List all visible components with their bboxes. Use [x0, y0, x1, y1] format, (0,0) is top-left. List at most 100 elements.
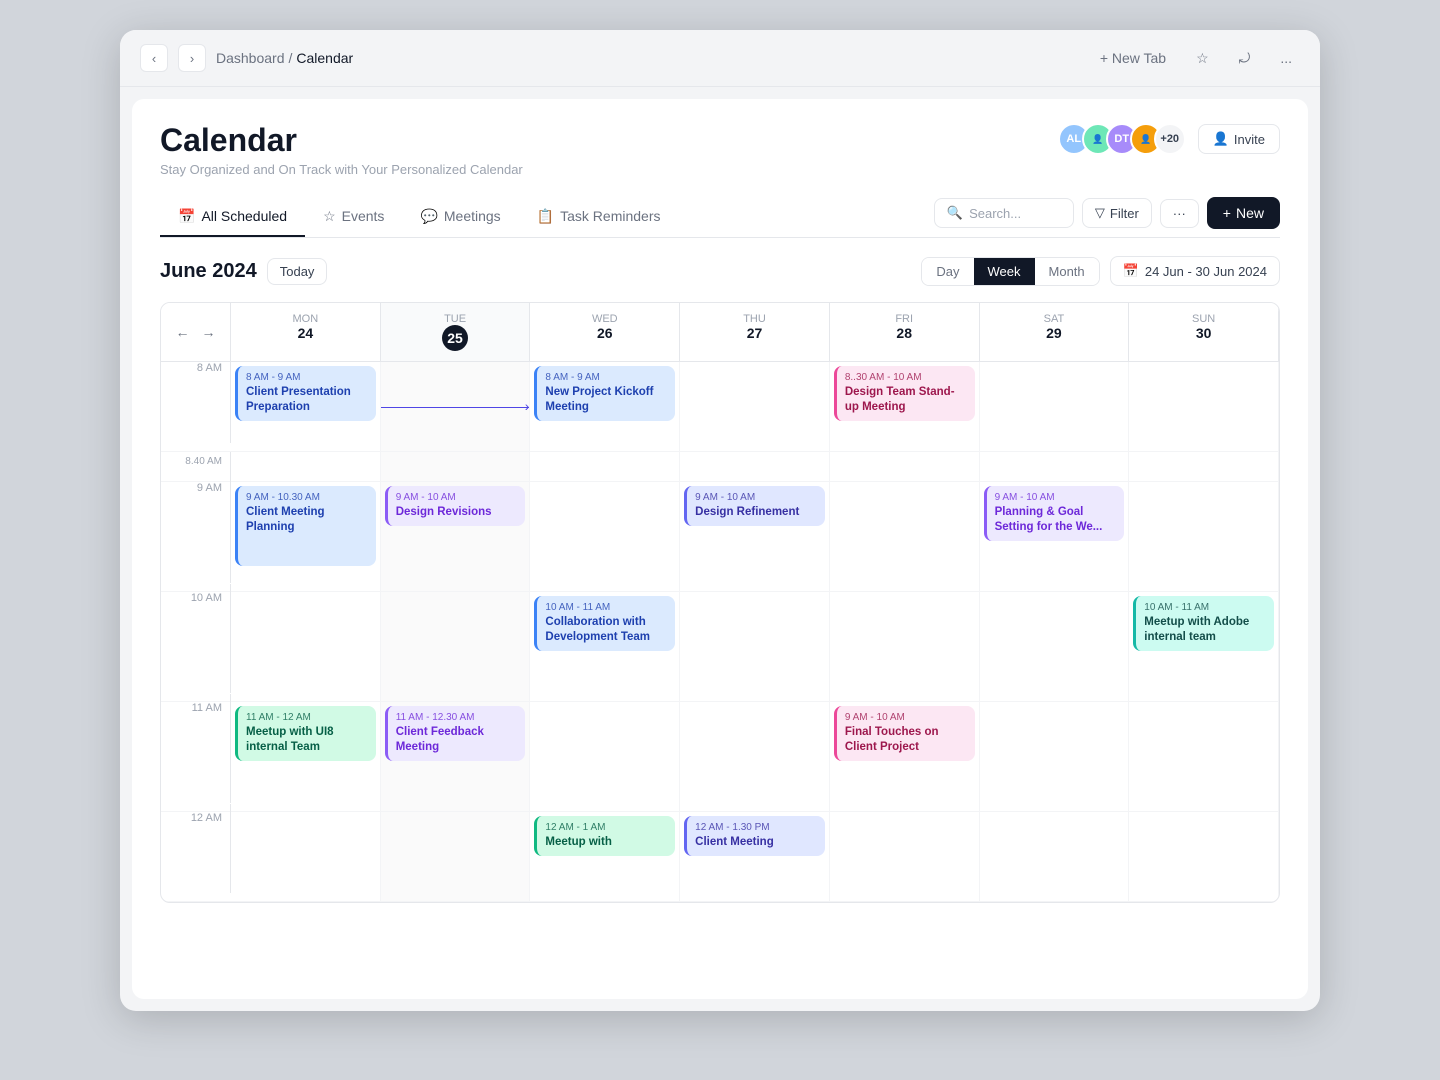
event-design-refinement[interactable]: 9 AM - 10 AM Design Refinement [684, 486, 825, 526]
cell-mon-11am: 11 AM - 12 AM Meetup with UI8 internal T… [231, 702, 381, 811]
event-client-meeting-thu[interactable]: 12 AM - 1.30 PM Client Meeting [684, 816, 825, 856]
col-day-sat: SAT [984, 313, 1125, 325]
cell-wed-840 [530, 452, 680, 481]
cell-fri-12am [830, 812, 980, 901]
tab-events[interactable]: ☆ Events [305, 198, 402, 237]
forward-button[interactable]: › [178, 44, 206, 72]
time-row-12am: 12 AM 12 AM - 1 AM Meetup with 12 AM - 1… [161, 812, 1279, 902]
event-client-feedback[interactable]: 11 AM - 12.30 AM Client Feedback Meeting [385, 706, 526, 761]
event-client-presentation[interactable]: 8 AM - 9 AM Client Presentation Preparat… [235, 366, 376, 421]
time-label-9am: 9 AM [161, 474, 231, 583]
col-day-thu: THU [684, 313, 825, 325]
back-button[interactable]: ‹ [140, 44, 168, 72]
date-range-label: 24 Jun - 30 Jun 2024 [1145, 264, 1267, 279]
cell-mon-9am: 9 AM - 10.30 AM Client Meeting Planning [231, 482, 381, 591]
star-button[interactable]: ☆ [1188, 45, 1217, 72]
col-num-sun: 30 [1133, 325, 1274, 341]
cell-tue-8am: › [381, 362, 531, 451]
cell-tue-11am: 11 AM - 12.30 AM Client Feedback Meeting [381, 702, 531, 811]
cell-sun-840 [1129, 452, 1279, 481]
col-day-mon: MON [235, 313, 376, 325]
cell-sun-9am [1129, 482, 1279, 591]
star-tab-icon: ☆ [323, 208, 336, 225]
col-num-wed: 26 [534, 325, 675, 341]
tab-task-reminders[interactable]: 📋 Task Reminders [519, 198, 679, 237]
event-collaboration-dev[interactable]: 10 AM - 11 AM Collaboration with Develop… [534, 596, 675, 651]
col-day-tue: TUE [385, 313, 526, 325]
event-new-project-kickoff[interactable]: 8 AM - 9 AM New Project Kickoff Meeting [534, 366, 675, 421]
tab-meetings-label: Meetings [444, 208, 501, 224]
col-header-sun: SUN 30 [1129, 303, 1279, 361]
header-right: AL 👤 DT 👤 +20 👤 Invite [1058, 123, 1280, 155]
more-options-button[interactable]: ··· [1160, 199, 1199, 228]
cell-sun-8am [1129, 362, 1279, 451]
plus-icon: + [1223, 205, 1231, 221]
cell-sat-12am [980, 812, 1130, 901]
tab-meetings[interactable]: 💬 Meetings [402, 198, 518, 237]
search-box[interactable]: 🔍 Search... [934, 198, 1074, 228]
prev-week-button[interactable]: ← [172, 321, 194, 343]
view-month-button[interactable]: Month [1035, 258, 1099, 285]
invite-button[interactable]: 👤 Invite [1198, 124, 1280, 154]
top-bar: ‹ › Dashboard / Calendar + New Tab ☆ ⤾ .… [120, 30, 1320, 87]
tab-all-scheduled-label: All Scheduled [201, 208, 287, 224]
cell-wed-10am: 10 AM - 11 AM Collaboration with Develop… [530, 592, 680, 701]
new-event-button[interactable]: + New [1207, 197, 1280, 229]
event-final-touches[interactable]: 9 AM - 10 AM Final Touches on Client Pro… [834, 706, 975, 761]
event-client-meeting-planning[interactable]: 9 AM - 10.30 AM Client Meeting Planning [235, 486, 376, 566]
cell-sun-10am: 10 AM - 11 AM Meetup with Adobe internal… [1129, 592, 1279, 701]
page-header: Calendar Stay Organized and On Track wit… [160, 123, 1280, 177]
tab-events-label: Events [342, 208, 385, 224]
page-subtitle: Stay Organized and On Track with Your Pe… [160, 162, 523, 177]
filter-button[interactable]: ▽ Filter [1082, 198, 1152, 228]
col-header-mon: MON 24 [231, 303, 381, 361]
cell-thu-12am: 12 AM - 1.30 PM Client Meeting [680, 812, 830, 901]
cell-sat-840 [980, 452, 1130, 481]
col-num-mon: 24 [235, 325, 376, 341]
calendar-title-area: June 2024 Today [160, 258, 327, 285]
cell-fri-10am [830, 592, 980, 701]
cell-thu-11am [680, 702, 830, 811]
cell-sun-11am [1129, 702, 1279, 811]
event-meetup-adobe[interactable]: 10 AM - 11 AM Meetup with Adobe internal… [1133, 596, 1274, 651]
col-day-fri: FRI [834, 313, 975, 325]
today-button[interactable]: Today [267, 258, 328, 285]
col-num-fri: 28 [834, 325, 975, 341]
page-title-area: Calendar Stay Organized and On Track wit… [160, 123, 523, 177]
col-header-thu: THU 27 [680, 303, 830, 361]
view-day-button[interactable]: Day [922, 258, 973, 285]
cell-wed-12am: 12 AM - 1 AM Meetup with [530, 812, 680, 901]
cell-tue-9am: 9 AM - 10 AM Design Revisions [381, 482, 531, 591]
cell-fri-840 [830, 452, 980, 481]
cell-mon-12am [231, 812, 381, 901]
next-week-button[interactable]: → [198, 321, 220, 343]
cell-thu-8am [680, 362, 830, 451]
cell-fri-9am [830, 482, 980, 591]
event-design-standup[interactable]: 8..30 AM - 10 AM Design Team Stand-up Me… [834, 366, 975, 421]
cell-mon-10am [231, 592, 381, 701]
event-meetup-ui8[interactable]: 11 AM - 12 AM Meetup with UI8 internal T… [235, 706, 376, 761]
more-button[interactable]: ... [1272, 45, 1300, 71]
new-tab-button[interactable]: + New Tab [1092, 45, 1174, 71]
tab-all-scheduled[interactable]: 📅 All Scheduled [160, 198, 305, 237]
event-meetup-wed[interactable]: 12 AM - 1 AM Meetup with [534, 816, 675, 856]
cell-wed-8am: 8 AM - 9 AM New Project Kickoff Meeting [530, 362, 680, 451]
col-header-fri: FRI 28 [830, 303, 980, 361]
share-button[interactable]: ⤾ [1231, 45, 1259, 72]
tab-task-reminders-label: Task Reminders [560, 208, 660, 224]
cell-wed-9am [530, 482, 680, 591]
event-design-revisions[interactable]: 9 AM - 10 AM Design Revisions [385, 486, 526, 526]
task-icon: 📋 [537, 208, 554, 225]
calendar-controls: June 2024 Today Day Week Month 📅 24 Jun … [160, 256, 1280, 286]
calendar-grid: ← → MON 24 TUE 25 WED 26 THU 27 [160, 302, 1280, 903]
view-week-button[interactable]: Week [974, 258, 1035, 285]
date-range: 📅 24 Jun - 30 Jun 2024 [1110, 256, 1280, 286]
cell-fri-8am: 8..30 AM - 10 AM Design Team Stand-up Me… [830, 362, 980, 451]
event-planning-goal[interactable]: 9 AM - 10 AM Planning & Goal Setting for… [984, 486, 1125, 541]
calendar-title: June 2024 [160, 260, 257, 283]
main-content: Calendar Stay Organized and On Track wit… [132, 99, 1308, 999]
invite-label: Invite [1234, 132, 1265, 147]
search-placeholder: Search... [969, 206, 1021, 221]
tab-actions: 🔍 Search... ▽ Filter ··· + New [934, 197, 1280, 237]
cell-tue-10am [381, 592, 531, 701]
